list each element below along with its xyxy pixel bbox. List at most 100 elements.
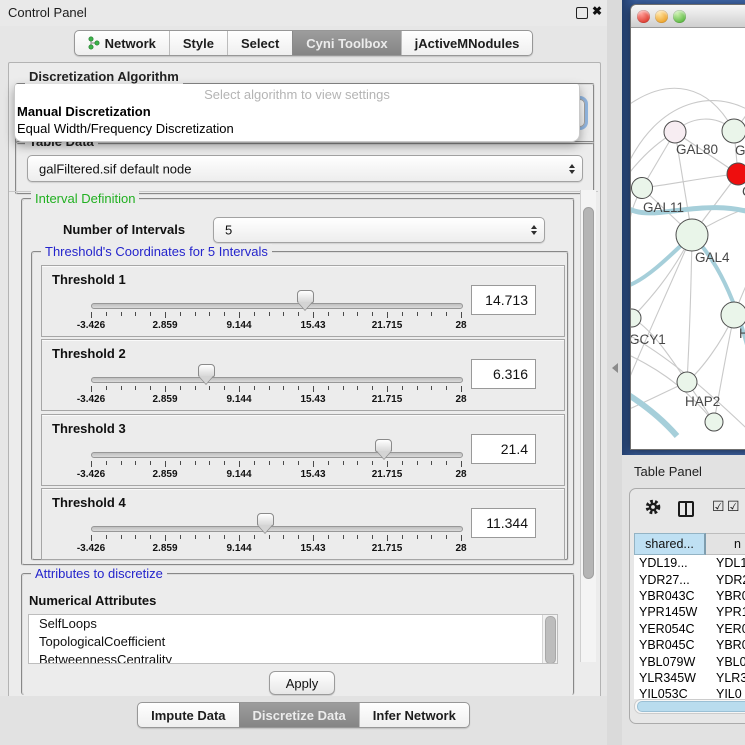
network-window-titlebar[interactable] <box>631 5 745 28</box>
discretization-algorithm-title: Discretization Algorithm <box>25 69 183 84</box>
threshold-4-ticks: -3.4262.8599.14415.4321.71528 <box>91 535 461 557</box>
tab-style-label: Style <box>183 36 214 51</box>
threshold-1-label: Threshold 1 <box>52 272 126 287</box>
mac-zoom-icon[interactable] <box>673 10 686 23</box>
label-gal11: GAL11 <box>643 200 684 215</box>
table-row[interactable]: YBR043CYBR0 <box>634 588 745 604</box>
table-header-row: shared... n <box>634 533 745 555</box>
numerical-attributes-list[interactable]: SelfLoops TopologicalCoefficient Between… <box>28 614 558 664</box>
table-row[interactable]: YBL079WYBL0 <box>634 653 745 669</box>
threshold-4-slider-thumb[interactable] <box>257 513 274 526</box>
node-hap2[interactable] <box>677 372 697 392</box>
list-item[interactable]: BetweennessCentrality <box>29 651 557 664</box>
mac-close-icon[interactable] <box>637 10 650 23</box>
tab-network[interactable]: Network <box>75 31 169 55</box>
cyni-bottom-tabs: Impute Data Discretize Data Infer Networ… <box>0 702 607 728</box>
column-header-name[interactable]: n <box>706 533 745 555</box>
table-horizontal-scrollbar[interactable] <box>634 699 745 714</box>
threshold-1-value-field[interactable]: 14.713 <box>471 285 536 315</box>
control-panel-titlebar: Control Panel ✖ <box>0 0 607 26</box>
threshold-1-slider-thumb[interactable] <box>297 290 314 303</box>
number-of-intervals-combo[interactable]: 5 <box>213 217 545 243</box>
control-panel-title: Control Panel <box>8 5 87 20</box>
tab-impute-data[interactable]: Impute Data <box>138 703 238 727</box>
tab-discretize-data[interactable]: Discretize Data <box>239 703 359 727</box>
table-row[interactable]: YBR045CYBR0 <box>634 637 745 653</box>
network-tree-icon <box>88 36 100 50</box>
threshold-4-label: Threshold 4 <box>52 495 126 510</box>
panel-scrollbar-thumb[interactable] <box>583 207 594 579</box>
threshold-4-value-field[interactable]: 11.344 <box>471 508 536 538</box>
node-selected-red[interactable] <box>727 163 745 185</box>
threshold-4-card: Threshold 4 -3.4262.8599.14415.4321.7152… <box>41 488 565 560</box>
threshold-3-slider-thumb[interactable] <box>375 439 392 452</box>
table-row[interactable]: YLR345WYLR3 <box>634 670 745 686</box>
dropdown-option-manual[interactable]: Manual Discretization <box>17 104 151 119</box>
table-row[interactable]: YPR145WYPR1 <box>634 604 745 620</box>
tab-jactivemnodules[interactable]: jActiveMNodules <box>401 31 533 55</box>
table-row[interactable]: YDL19...YDL1 <box>634 555 745 571</box>
tab-discretize-data-label: Discretize Data <box>253 708 346 723</box>
list-item[interactable]: SelfLoops <box>29 615 557 633</box>
node-h[interactable] <box>721 302 745 328</box>
node-bottom[interactable] <box>705 413 723 431</box>
tab-infer-network[interactable]: Infer Network <box>359 703 469 727</box>
dropdown-option-equal-width[interactable]: Equal Width/Frequency Discretization <box>17 121 234 136</box>
divider-collapse-icon[interactable] <box>612 363 618 373</box>
list-scrollbar-thumb[interactable] <box>545 616 556 664</box>
threshold-1-ticks: -3.4262.8599.14415.4321.71528 <box>91 312 461 334</box>
node-gcy1[interactable] <box>631 309 641 327</box>
split-columns-icon[interactable] <box>678 501 694 517</box>
threshold-2-value-field[interactable]: 6.316 <box>471 359 536 389</box>
table-row[interactable]: YIL053CYIL0 <box>634 686 745 699</box>
tab-select-label: Select <box>241 36 279 51</box>
checkbox-icon[interactable]: ☑ <box>712 498 725 515</box>
table-row[interactable]: YDR27...YDR2 <box>634 571 745 587</box>
close-icon[interactable]: ✖ <box>592 4 602 18</box>
column-header-shared-name[interactable]: shared... <box>634 533 706 555</box>
control-panel-tabs: Network Style Select Cyni Toolbox jActiv… <box>0 30 607 56</box>
label-gal80: GAL80 <box>676 142 718 157</box>
label-h: H <box>739 326 745 341</box>
apply-button[interactable]: Apply <box>269 671 335 695</box>
thresholds-group-title: Threshold's Coordinates for 5 Intervals <box>41 244 272 259</box>
label-g: G <box>735 143 745 158</box>
table-panel-title: Table Panel <box>634 464 702 479</box>
threshold-2-card: Threshold 2 -3.4262.8599.14415.4321.7152… <box>41 339 565 411</box>
threshold-3-value-field[interactable]: 21.4 <box>471 434 536 464</box>
table-data-combo[interactable]: galFiltered.sif default node <box>27 155 583 182</box>
float-window-icon[interactable] <box>576 7 588 19</box>
tab-select[interactable]: Select <box>227 31 292 55</box>
threshold-3-label: Threshold 3 <box>52 421 126 436</box>
network-canvas[interactable]: GAL80 G C GAL11 GAL4 GCY1 H HAP2 <box>631 28 745 448</box>
tab-infer-network-label: Infer Network <box>373 708 456 723</box>
node-gal4[interactable] <box>676 219 708 251</box>
table-hscrollbar-thumb[interactable] <box>637 701 745 712</box>
tab-network-label: Network <box>105 36 156 51</box>
panel-scrollbar[interactable] <box>580 190 596 662</box>
node-g[interactable] <box>722 119 745 143</box>
label-gal4: GAL4 <box>695 250 730 265</box>
table-panel-toolbar: ☑ ☑ <box>630 489 745 529</box>
table-row[interactable]: YER054CYER0 <box>634 621 745 637</box>
list-scrollbar[interactable] <box>542 615 557 663</box>
checkbox-icon[interactable]: ☑ <box>727 498 740 515</box>
threshold-1-card: Threshold 1 -3.4262.8599.14415.4321.7152… <box>41 265 565 337</box>
node-table: shared... n YDL19...YDL1 YDR27...YDR2 YB… <box>634 533 745 699</box>
table-rows: YDL19...YDL1 YDR27...YDR2 YBR043CYBR0 YP… <box>634 555 745 699</box>
node-gal11[interactable] <box>632 178 653 199</box>
threshold-2-slider-thumb[interactable] <box>198 364 215 377</box>
tab-jactivemnodules-label: jActiveMNodules <box>415 36 520 51</box>
table-data-selected: galFiltered.sif default node <box>39 161 191 176</box>
gear-icon[interactable] <box>644 498 662 516</box>
network-view-window[interactable]: GAL80 G C GAL11 GAL4 GCY1 H HAP2 <box>630 4 745 450</box>
tab-style[interactable]: Style <box>169 31 227 55</box>
algorithm-dropdown-popup: Select algorithm to view settings Manual… <box>14 84 580 142</box>
tab-cyni-toolbox[interactable]: Cyni Toolbox <box>292 31 400 55</box>
numerical-attributes-label: Numerical Attributes <box>29 593 156 608</box>
node-gal80[interactable] <box>664 121 686 143</box>
control-panel: Control Panel ✖ Network Style Select Cyn… <box>0 0 607 745</box>
list-item[interactable]: TopologicalCoefficient <box>29 633 557 651</box>
mac-minimize-icon[interactable] <box>655 10 668 23</box>
label-gcy1: GCY1 <box>631 332 666 347</box>
